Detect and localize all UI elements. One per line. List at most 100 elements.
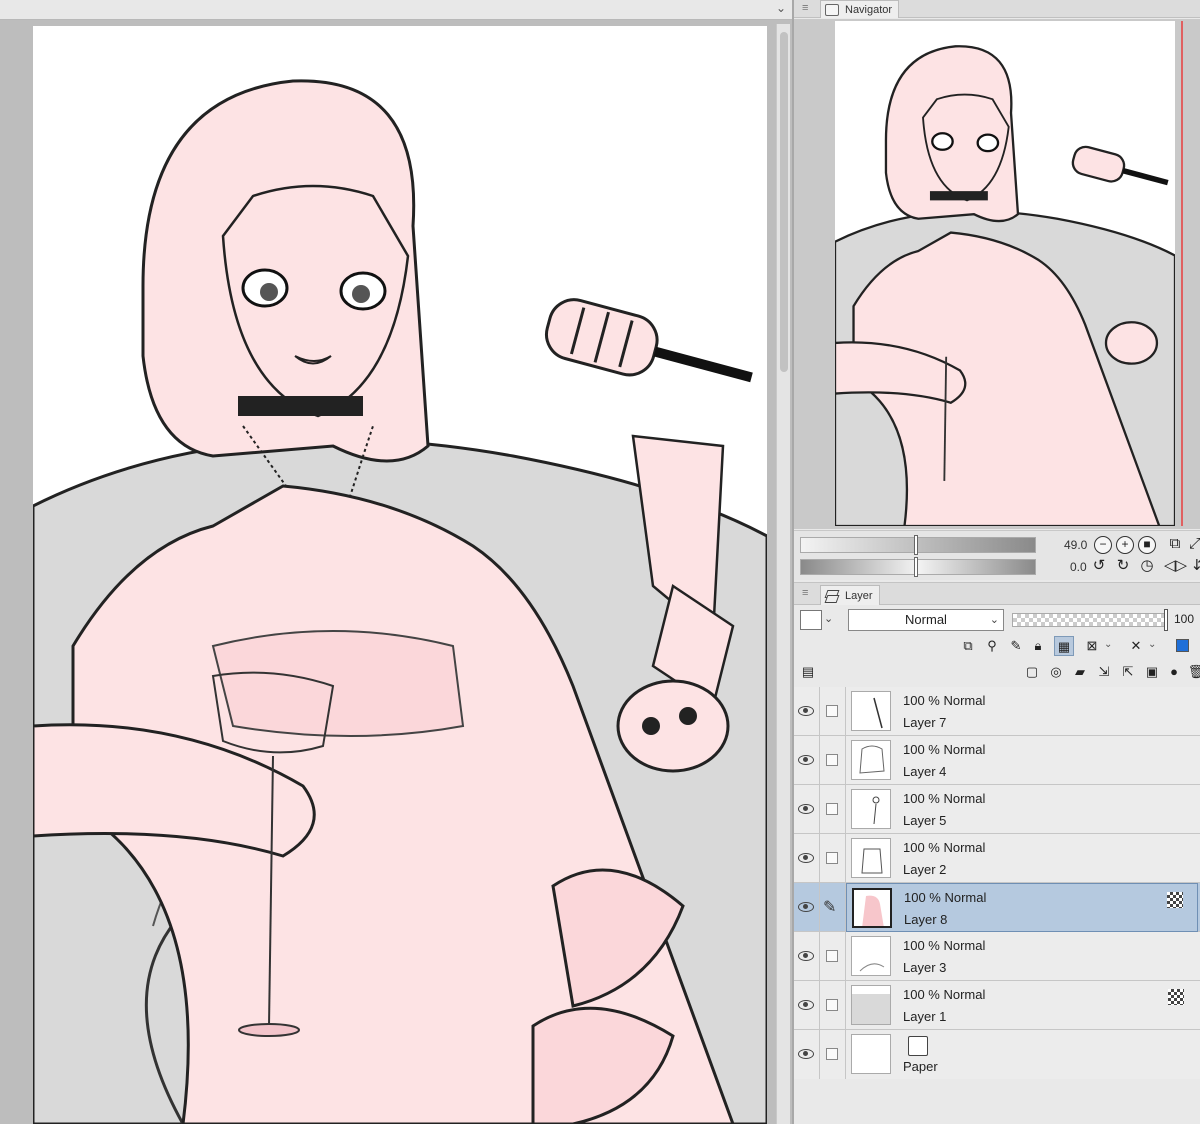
layer-name: Layer 8: [904, 912, 948, 927]
expand-icon[interactable]: ⤢: [1186, 535, 1200, 553]
layer-check[interactable]: [826, 852, 838, 864]
delete-layer-icon[interactable]: 🗑︎: [1186, 662, 1200, 682]
layer-row-paper[interactable]: Paper: [794, 1030, 1200, 1079]
layer-mode: 100 % Normal: [903, 791, 986, 806]
chevron-down-icon[interactable]: ⌄: [824, 612, 833, 625]
layer-check[interactable]: [826, 705, 838, 717]
layer-thumbnail: [851, 740, 891, 780]
navigator-thumbnail[interactable]: [835, 21, 1175, 526]
layer-mode: 100 % Normal: [903, 938, 986, 953]
layer-tabbar: ≡ Layer: [794, 583, 1200, 605]
layer-thumbnail: [851, 691, 891, 731]
layer-item[interactable]: 100 % Normal Layer 2: [846, 834, 1198, 883]
layer-item[interactable]: 100 % Normal Layer 7: [846, 687, 1198, 736]
reset-rotation-icon[interactable]: ◷: [1138, 557, 1156, 575]
reference-layer-icon[interactable]: ⚲: [982, 636, 1002, 656]
clip-lower-layer-icon[interactable]: ⧉: [958, 636, 978, 656]
chevron-down-icon[interactable]: ⌄: [1104, 639, 1112, 650]
rotate-left-icon[interactable]: ↺: [1090, 557, 1108, 575]
new-folder-icon[interactable]: ▰: [1070, 662, 1090, 682]
navigator-preview[interactable]: [794, 19, 1200, 529]
layer-item[interactable]: 100 % Normal Layer 8: [846, 883, 1198, 932]
layer-panel: ≡ Layer ⌄ Normal ⌄ 100 ⧉ ⚲ ✎ 🔒︎ ▦ ⊠ ⌄ ✕ …: [794, 582, 1200, 1124]
layer-row[interactable]: 100 % Normal Layer 5: [794, 785, 1200, 834]
layer-check[interactable]: [826, 803, 838, 815]
layer-item[interactable]: 100 % Normal Layer 5: [846, 785, 1198, 834]
eye-icon[interactable]: [798, 998, 814, 1010]
layer-color-icon[interactable]: [1172, 636, 1192, 656]
layer-thumbnail: [851, 789, 891, 829]
layer-mode: 100 % Normal: [904, 890, 987, 905]
layer-row-selected[interactable]: ✎ 100 % Normal Layer 8: [794, 883, 1200, 932]
fit-window-icon[interactable]: ⧉: [1166, 535, 1184, 553]
mask-toggle-icon[interactable]: ✕: [1126, 636, 1146, 656]
zoom-in-icon[interactable]: +: [1116, 536, 1134, 554]
menu-grip-icon[interactable]: ≡: [802, 2, 808, 14]
eye-icon[interactable]: [798, 949, 814, 961]
eye-icon[interactable]: [798, 900, 814, 912]
canvas-topbar: ⌄: [0, 0, 792, 20]
eye-icon[interactable]: [798, 704, 814, 716]
tab-navigator[interactable]: Navigator: [820, 0, 900, 18]
layer-check[interactable]: [826, 950, 838, 962]
flip-vertical-icon[interactable]: ⇵: [1190, 557, 1200, 575]
layer-check[interactable]: [826, 754, 838, 766]
lock-layer-icon[interactable]: 🔒︎: [1028, 636, 1048, 656]
layer-item[interactable]: 100 % Normal Layer 1: [846, 981, 1198, 1030]
flip-horizontal-icon[interactable]: ◁▷: [1164, 557, 1187, 575]
zoom-slider[interactable]: [800, 537, 1036, 553]
new-raster-layer-icon[interactable]: ▢: [1022, 662, 1042, 682]
layer-check[interactable]: [826, 1048, 838, 1060]
rotate-right-icon[interactable]: ↻: [1114, 557, 1132, 575]
layer-color-swatch[interactable]: [800, 610, 822, 630]
zoom-out-icon[interactable]: −: [1094, 536, 1112, 554]
layer-row[interactable]: 100 % Normal Layer 1: [794, 981, 1200, 1030]
layer-row[interactable]: 100 % Normal Layer 7: [794, 687, 1200, 736]
eye-icon[interactable]: [798, 1047, 814, 1059]
tab-layer[interactable]: Layer: [820, 585, 880, 605]
lock-transparency-icon[interactable]: ▦: [1054, 636, 1074, 656]
mask-icon[interactable]: ⊠: [1082, 636, 1102, 656]
layer-item[interactable]: Paper: [846, 1030, 1198, 1079]
scrollbar-thumb[interactable]: [780, 32, 788, 372]
combine-layer-icon[interactable]: ⇱: [1118, 662, 1138, 682]
layer-check[interactable]: [826, 999, 838, 1011]
layer-mode: 100 % Normal: [903, 693, 986, 708]
lock-transparency-badge-icon: [1168, 989, 1184, 1005]
eye-icon[interactable]: [798, 802, 814, 814]
layer-row[interactable]: 100 % Normal Layer 4: [794, 736, 1200, 785]
mask-create-icon[interactable]: ●: [1164, 662, 1184, 682]
drawing-canvas[interactable]: [33, 26, 767, 1124]
canvas-vertical-scrollbar[interactable]: [776, 24, 790, 1124]
chevron-down-icon[interactable]: ⌄: [776, 1, 786, 15]
fit-stop-icon[interactable]: ■: [1138, 536, 1156, 554]
new-vector-layer-icon[interactable]: ◎: [1046, 662, 1066, 682]
layer-name: Layer 7: [903, 715, 947, 730]
eye-icon[interactable]: [798, 753, 814, 765]
layer-row[interactable]: 100 % Normal Layer 3: [794, 932, 1200, 981]
layer-row[interactable]: 100 % Normal Layer 2: [794, 834, 1200, 883]
opacity-slider-knob[interactable]: [1164, 609, 1168, 631]
layers-icon: [825, 589, 839, 603]
layer-item[interactable]: 100 % Normal Layer 3: [846, 932, 1198, 981]
opacity-slider[interactable]: [1012, 613, 1168, 627]
layer-item[interactable]: 100 % Normal Layer 4: [846, 736, 1198, 785]
zoom-slider-knob[interactable]: [914, 535, 918, 555]
rotation-slider[interactable]: [800, 559, 1036, 575]
rotation-slider-knob[interactable]: [914, 557, 918, 577]
menu-grip-icon[interactable]: ≡: [802, 587, 808, 599]
canvas-area[interactable]: ⌄: [0, 0, 792, 1124]
blend-mode-select[interactable]: Normal ⌄: [848, 609, 1004, 631]
layer-mode: 100 % Normal: [903, 840, 986, 855]
layer-thumbnail: [851, 985, 891, 1025]
merge-icon[interactable]: ▣: [1142, 662, 1162, 682]
eye-icon[interactable]: [798, 851, 814, 863]
draft-layer-icon[interactable]: ✎: [1006, 636, 1026, 656]
navigator-tabbar: ≡ Navigator: [794, 0, 1200, 18]
chevron-down-icon[interactable]: ⌄: [1148, 639, 1156, 650]
navigator-controls: 49.0 − + ■ ⧉ ⤢ 0.0 ↺ ↻ ◷ ◁▷ ⇵: [794, 530, 1200, 580]
layer-toolbar-row-1: ⧉ ⚲ ✎ 🔒︎ ▦ ⊠ ⌄ ✕ ⌄: [794, 633, 1200, 659]
transfer-down-icon[interactable]: ⇲: [1094, 662, 1114, 682]
layer-settings-icon[interactable]: ▤: [798, 662, 818, 682]
right-panel: ≡ Navigator 49.0 − + ■ ⧉ ⤢ 0.0 ↺ ↻ ◷ ◁▷ …: [792, 0, 1200, 1124]
